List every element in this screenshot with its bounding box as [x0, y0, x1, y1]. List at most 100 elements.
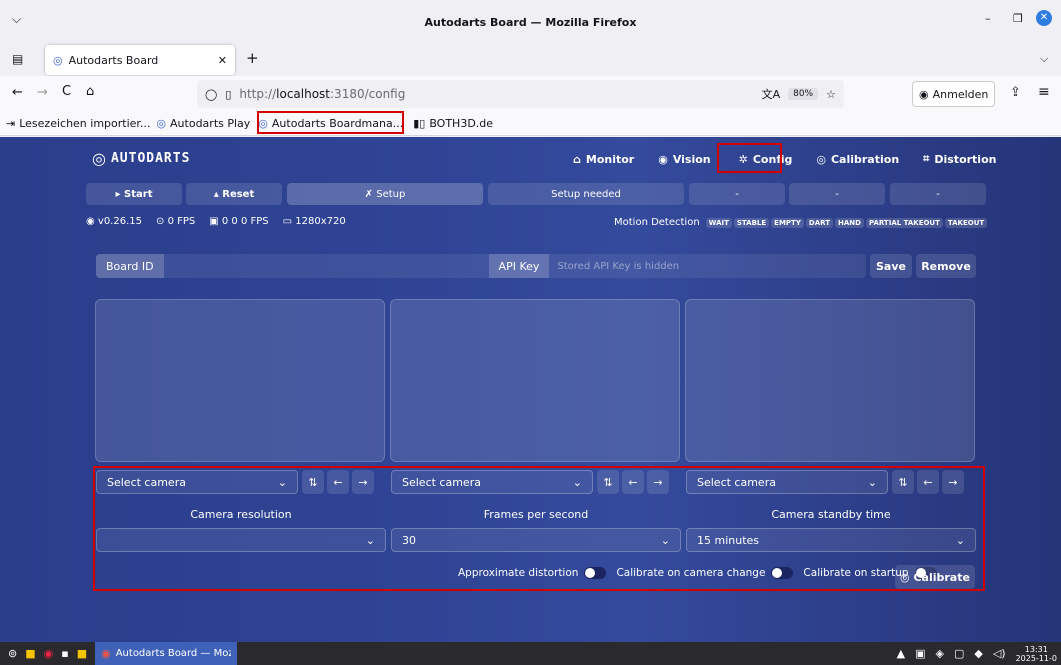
bookmark-both3d[interactable]: ▮▯ BOTH3D.de [413, 117, 493, 130]
approx-distortion-toggle[interactable] [584, 567, 607, 579]
shield-icon[interactable]: ◈ [935, 647, 943, 660]
board-id-label: Board ID [96, 254, 164, 278]
fps-label: ⊙ 0 FPS [156, 216, 196, 227]
home-icon[interactable]: ⌂ [86, 84, 94, 99]
camera-preview-2 [390, 299, 680, 462]
app-menu-icon[interactable]: ≡ [1038, 84, 1050, 100]
nav-vision[interactable]: ◉ Vision [658, 153, 710, 166]
swap-camera-icon[interactable]: ⇅ [892, 470, 914, 494]
save-button[interactable]: Save [870, 254, 912, 278]
step-placeholder: - [789, 183, 885, 205]
logo-icon: ◎ [92, 149, 107, 168]
autodarts-favicon-icon: ◎ [156, 117, 167, 130]
nav-distortion[interactable]: ⌗ Distortion [923, 152, 996, 166]
forward-icon[interactable]: → [37, 85, 48, 100]
swap-camera-icon[interactable]: ⇅ [597, 470, 619, 494]
camera-fps-label: ▣ 0 0 0 FPS [209, 216, 269, 227]
shield-icon[interactable]: ◯ [205, 88, 217, 101]
navigation-bar: ← → C ⌂ ◯ ▯ http://localhost:3180/config… [0, 76, 1061, 112]
motion-badge: EMPTY [771, 217, 804, 228]
motion-badge: HAND [835, 217, 864, 228]
files-icon[interactable]: ■ [25, 647, 35, 660]
remove-button[interactable]: Remove [916, 254, 976, 278]
nav-monitor[interactable]: ⌂ Monitor [573, 153, 634, 166]
notification-icon[interactable]: ▲ [897, 647, 905, 660]
chevron-down-icon: ⌄ [572, 475, 582, 489]
standby-select[interactable]: 15 minutes ⌄ [686, 528, 976, 552]
api-key-input[interactable]: Stored API Key is hidden [549, 261, 866, 272]
options-row: Approximate distortion Calibrate on came… [458, 567, 937, 579]
fps-label: Frames per second [483, 508, 589, 521]
reset-button[interactable]: ▴ Reset [186, 183, 282, 205]
swap-camera-icon[interactable]: ⇅ [302, 470, 324, 494]
tools-icon: ✗ [364, 188, 377, 200]
main-menu: ⌂ Monitor ◉ Vision ✲ Config ◎ Calibration ⌗ D… [573, 152, 996, 166]
motion-badge: DART [805, 217, 833, 228]
autodarts-favicon-icon: ◎ [53, 53, 63, 67]
bookmark-autodarts-boardmanager[interactable]: ◎ Autodarts Boardmana... [258, 117, 403, 130]
arrow-right-icon[interactable]: → [942, 470, 964, 494]
taskbar: ⊚ ■ ◉ ▪ ■ ◉ Autodarts Board — Mozill... … [0, 642, 1061, 665]
bookmark-star-icon[interactable]: ☆ [826, 88, 836, 101]
start-menu-icon[interactable]: ⊚ [8, 647, 17, 660]
board-id-input[interactable] [164, 254, 489, 278]
signin-button[interactable]: ◉ Anmelden [912, 81, 996, 107]
url-text[interactable]: http://localhost:3180/config [239, 87, 405, 101]
clock[interactable]: 13:31 2025-11-0 [1016, 645, 1057, 663]
tab-overview-icon[interactable]: ▤ [12, 52, 23, 66]
display-icon[interactable]: ▢ [954, 647, 964, 660]
standby-label: Camera standby time [771, 508, 891, 521]
tab-autodarts-board[interactable]: ◎ Autodarts Board ✕ [45, 45, 235, 75]
home-icon: ⌂ [573, 152, 581, 166]
nav-calibration[interactable]: ◎ Calibration [816, 153, 899, 166]
select-camera-2[interactable]: Select camera ⌄ [391, 470, 593, 494]
arrow-right-icon[interactable]: → [352, 470, 374, 494]
taskbar-firefox-window[interactable]: ◉ Autodarts Board — Mozill... [95, 642, 238, 665]
url-bar[interactable]: ◯ ▯ http://localhost:3180/config 文A 80% … [197, 80, 844, 108]
translate-icon[interactable]: 文A [762, 86, 781, 102]
volume-icon[interactable]: ◁) [993, 647, 1006, 660]
close-icon[interactable]: ✕ [1036, 10, 1052, 26]
board-api-row: Board ID API Key Stored API Key is hidde… [96, 254, 866, 278]
select-camera-3[interactable]: Select camera ⌄ [686, 470, 888, 494]
fps-select[interactable]: 30 ⌄ [391, 528, 681, 552]
back-icon[interactable]: ← [12, 85, 23, 100]
setup-needed-step: Setup needed [488, 183, 684, 205]
tab-list-icon[interactable]: ⌵ [1040, 52, 1048, 66]
share-icon[interactable]: ⇪ [1010, 85, 1021, 100]
autodarts-logo[interactable]: ◎ AUTODARTS [92, 149, 190, 168]
power-icon[interactable]: ◆ [974, 647, 982, 660]
motion-badge: PARTIAL TAKEOUT [865, 217, 943, 228]
clipboard-icon[interactable]: ▣ [915, 647, 925, 660]
arrow-right-icon[interactable]: → [647, 470, 669, 494]
calibrate-change-toggle[interactable] [771, 567, 794, 579]
chevron-down-icon: ⌄ [277, 475, 287, 489]
tab-close-icon[interactable]: ✕ [218, 54, 227, 67]
arrow-left-icon[interactable]: ← [622, 470, 644, 494]
nav-config[interactable]: ✲ Config [739, 153, 793, 166]
step-placeholder: - [689, 183, 785, 205]
firefox-icon[interactable]: ◉ [44, 647, 54, 660]
firefox-icon: ◉ [101, 647, 111, 660]
chevron-down-icon: ⌄ [955, 533, 965, 547]
setup-step[interactable]: ✗ Setup [287, 183, 483, 205]
select-camera-1[interactable]: Select camera ⌄ [96, 470, 298, 494]
zoom-badge[interactable]: 80% [788, 88, 819, 100]
bookmark-autodarts-play[interactable]: ◎ Autodarts Play [156, 117, 250, 130]
new-tab-icon[interactable]: + [246, 49, 259, 67]
system-tray: ▲ ▣ ◈ ▢ ◆ ◁) 13:31 2025-11-0 [897, 645, 1061, 663]
reload-icon[interactable]: C [62, 84, 71, 99]
maximize-icon[interactable]: ❐ [1013, 12, 1023, 25]
minimize-icon[interactable]: – [985, 12, 991, 25]
calibrate-button[interactable]: ◎ Calibrate [895, 565, 975, 589]
bookmark-import[interactable]: ⇥ Lesezeichen importier... [6, 117, 150, 130]
page-icon: ▯ [225, 87, 232, 101]
terminal-icon[interactable]: ▪ [61, 647, 68, 660]
arrow-left-icon[interactable]: ← [327, 470, 349, 494]
start-button[interactable]: ▸ Start [86, 183, 182, 205]
arrow-left-icon[interactable]: ← [917, 470, 939, 494]
signin-label: Anmelden [932, 87, 989, 101]
reset-icon: ▴ [213, 188, 223, 200]
folder-icon[interactable]: ■ [77, 647, 87, 660]
camera-resolution-select[interactable]: ⌄ [96, 528, 386, 552]
